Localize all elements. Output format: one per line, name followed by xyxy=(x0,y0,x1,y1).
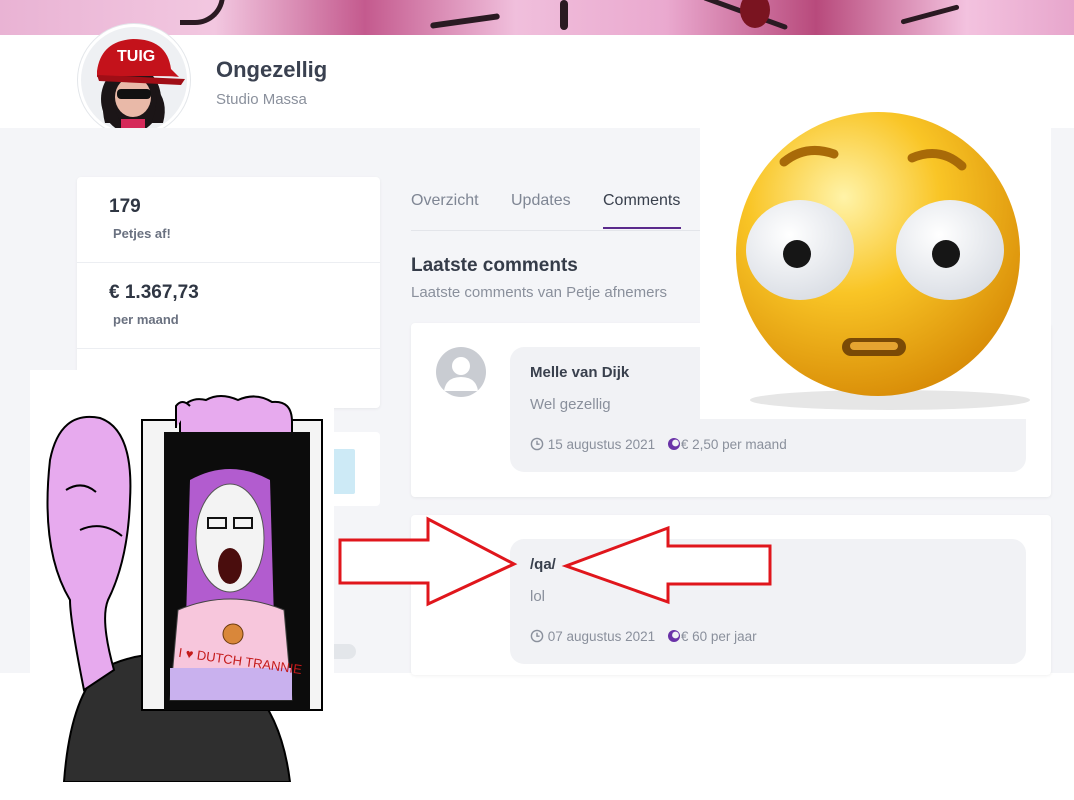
stat-label: per maand xyxy=(113,312,179,327)
cover-banner xyxy=(0,0,1074,35)
flushed-emoji-image xyxy=(700,82,1051,419)
profile-avatar: TUIG xyxy=(78,24,190,136)
tab-overzicht[interactable]: Overzicht xyxy=(411,192,479,210)
comment-author[interactable]: Melle van Dijk xyxy=(530,364,629,381)
active-tab-indicator xyxy=(603,227,681,229)
comment-meta: 07 augustus 2021 € 60 per jaar xyxy=(530,629,757,646)
comment-meta: 15 augustus 2021 € 2,50 per maand xyxy=(530,437,787,454)
stat-monthly: € 1.367,73 per maand xyxy=(77,263,380,349)
comment-card: /qa/ lol 07 augustus 2021 € 60 per jaar xyxy=(411,515,1051,675)
petje-icon xyxy=(667,629,681,646)
tab-updates[interactable]: Updates xyxy=(511,192,571,210)
page-title: Ongezellig xyxy=(216,57,328,82)
clock-icon xyxy=(530,437,544,454)
stat-value: 179 xyxy=(109,196,141,217)
stat-value: € 1.367,73 xyxy=(109,282,199,303)
user-avatar xyxy=(436,347,486,397)
comment-amount: € 60 per jaar xyxy=(680,629,757,644)
stat-supporters: 179 Petjes af! xyxy=(77,177,380,263)
page-subtitle[interactable]: Studio Massa xyxy=(216,91,307,108)
comment-bubble: /qa/ lol 07 augustus 2021 € 60 per jaar xyxy=(510,539,1026,664)
avatar-cap-text: TUIG xyxy=(117,48,155,65)
wojak-meme-image: I ♥ DUTCH TRANNIE xyxy=(30,370,334,782)
clock-icon xyxy=(530,629,544,646)
comment-text: lol xyxy=(530,588,546,605)
section-subtitle: Laatste comments van Petje afnemers xyxy=(411,284,667,301)
comment-date: 15 augustus 2021 xyxy=(547,437,656,452)
comment-date: 07 augustus 2021 xyxy=(547,629,656,644)
section-title: Laatste comments xyxy=(411,255,578,276)
tab-comments[interactable]: Comments xyxy=(603,192,680,210)
comment-author[interactable]: /qa/ xyxy=(530,556,556,573)
comment-amount: € 2,50 per maand xyxy=(680,437,787,452)
stat-label: Petjes af! xyxy=(113,226,171,241)
comment-text: Wel gezellig xyxy=(530,396,611,413)
petje-icon xyxy=(667,437,681,454)
